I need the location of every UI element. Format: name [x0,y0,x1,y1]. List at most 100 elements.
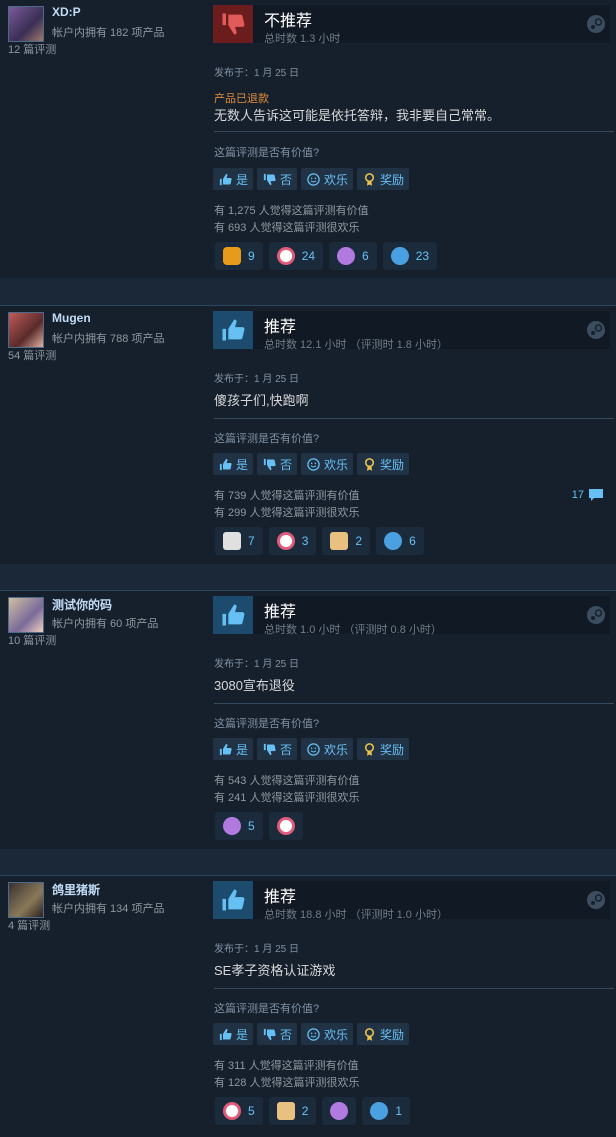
vote-header[interactable]: 推荐 总时数 1.0 小时 （评测时 0.8 小时） [213,596,610,636]
verdict: 推荐 [264,604,297,621]
award-scroll-icon [276,1102,295,1120]
review-count[interactable]: 10 篇评测 [8,632,56,648]
verdict: 不推荐 [264,13,313,30]
award-count: 3 [301,534,309,548]
playtime: 总时数 1.0 小时 （评测时 0.8 小时） [264,624,442,636]
smiley-icon [307,1027,320,1041]
divider [214,418,614,419]
vote-yes-button[interactable]: 是 [213,738,254,760]
award-chip[interactable]: 1 [362,1097,411,1125]
award-chip[interactable]: 2 [268,1097,317,1125]
no-label: 否 [280,172,293,187]
funny-label: 欢乐 [324,742,349,757]
thumbs-down-icon [263,458,276,470]
award-count: 6 [409,534,416,548]
award-label: 奖励 [380,742,405,757]
avatar[interactable] [8,882,44,918]
vote-header[interactable]: 推荐 总时数 12.1 小时 （评测时 1.8 小时） [213,311,610,351]
vote-yes-button[interactable]: 是 [213,1023,254,1045]
yes-label: 是 [236,457,249,472]
steam-icon [587,321,605,339]
thumbs-down-icon [263,173,276,185]
helpful-question: 这篇评测是否有价值? [214,433,320,445]
review-card: 鸽里猪斯 帐户内拥有 134 项产品 4 篇评测 推荐 总时数 18.8 小时 … [0,875,616,1137]
award-count: 23 [415,249,430,263]
vote-no-button[interactable]: 否 [257,168,298,190]
award-count: 5 [248,819,255,833]
products-owned: 帐户内拥有 60 项产品 [52,618,159,630]
award-button[interactable]: 奖励 [357,453,410,475]
review-text: 无数人告诉这可能是依托答辩，我非要自己常常。 [214,108,501,123]
vote-no-button[interactable]: 否 [257,738,298,760]
award-chip[interactable]: 7 [215,527,263,555]
products-owned: 帐户内拥有 788 项产品 [52,333,165,345]
avatar[interactable] [8,312,44,348]
award-icon [365,457,375,471]
divider [214,703,614,704]
award-chip[interactable]: 23 [382,242,438,270]
review-count[interactable]: 4 篇评测 [8,917,50,933]
vote-header[interactable]: 推荐 总时数 18.8 小时 （评测时 1.0 小时） [213,881,610,921]
award-chip[interactable]: 24 [268,242,324,270]
verdict: 推荐 [264,319,297,336]
smiley-icon [307,742,320,756]
vote-funny-button[interactable]: 欢乐 [301,168,354,190]
award-scroll-icon [330,532,349,550]
yes-label: 是 [236,1027,249,1042]
awards-row: 5 [215,812,303,840]
award-chip[interactable]: 6 [376,527,424,555]
award-chip[interactable] [268,812,303,840]
vote-yes-button[interactable]: 是 [213,453,254,475]
awards-row: 5 2 1 [215,1097,411,1125]
helpful-question: 这篇评测是否有价值? [214,1003,320,1015]
vote-funny-button[interactable]: 欢乐 [301,738,354,760]
comments-link[interactable]: 17 [572,488,604,502]
awards-row: 9 24 6 23 [215,242,438,270]
review-count[interactable]: 12 篇评测 [8,41,56,57]
posted-date: 发布于：1 月 25 日 [214,68,300,79]
award-button[interactable]: 奖励 [357,168,410,190]
username[interactable]: 鸽里猪斯 [52,881,100,898]
rating-buttons: 是 否 欢乐 奖励 [213,1023,410,1045]
award-label: 奖励 [380,172,405,187]
yes-label: 是 [236,172,249,187]
vote-no-button[interactable]: 否 [257,453,298,475]
helpful-count: 有 1,275 人觉得这篇评测有价值 [214,205,369,217]
vote-yes-button[interactable]: 是 [213,168,254,190]
award-chip[interactable]: 5 [215,1097,263,1125]
username[interactable]: XD:P [52,5,81,19]
thumbs-up-icon [219,743,232,755]
award-chip[interactable]: 3 [268,527,317,555]
posted-date: 发布于：1 月 25 日 [214,944,300,955]
avatar[interactable] [8,6,44,42]
vote-no-button[interactable]: 否 [257,1023,298,1045]
vote-stats: 有 543 人觉得这篇评测有价值 有 241 人觉得这篇评测很欢乐 [214,773,359,807]
vote-funny-button[interactable]: 欢乐 [301,453,354,475]
funny-count: 有 241 人觉得这篇评测很欢乐 [214,792,360,804]
award-button[interactable]: 奖励 [357,738,410,760]
username[interactable]: Mugen [52,311,91,325]
award-count: 24 [301,249,316,263]
review-count[interactable]: 54 篇评测 [8,347,56,363]
avatar[interactable] [8,597,44,633]
thumbs-down-icon [213,5,253,43]
award-clown-icon [276,532,295,550]
comment-count: 17 [571,489,584,501]
award-icon [365,1027,375,1041]
review-card: 测试你的码 帐户内拥有 60 项产品 10 篇评测 推荐 总时数 1.0 小时 … [0,590,616,849]
award-chip[interactable]: 5 [215,812,263,840]
award-chip[interactable]: 9 [215,242,263,270]
vote-funny-button[interactable]: 欢乐 [301,1023,354,1045]
smiley-icon [307,172,320,186]
award-chip[interactable]: 2 [322,527,371,555]
award-count: 6 [362,249,369,263]
award-button[interactable]: 奖励 [357,1023,410,1045]
award-chip[interactable]: 6 [329,242,377,270]
no-label: 否 [280,1027,293,1042]
username[interactable]: 测试你的码 [52,596,112,613]
award-heart-icon [330,1102,349,1120]
vote-header[interactable]: 不推荐 总时数 1.3 小时 [213,5,610,45]
review-text: SE孝子资格认证游戏 [214,963,336,978]
award-chip[interactable] [322,1097,357,1125]
rating-buttons: 是 否 欢乐 奖励 [213,738,410,760]
